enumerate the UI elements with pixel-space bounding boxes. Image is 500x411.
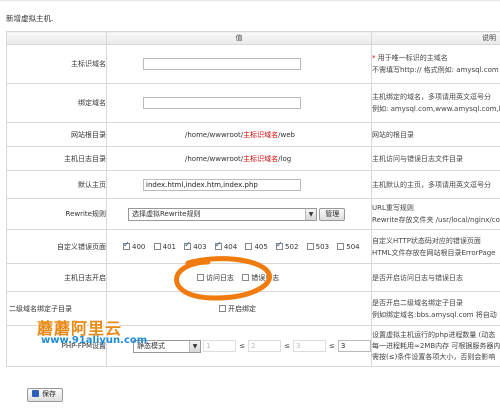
watermark-url: www.91aliyun.com (41, 335, 148, 346)
annotation-circle (174, 256, 272, 301)
save-button-label: 保存 (42, 391, 56, 398)
save-button[interactable]: 保存 (27, 388, 63, 402)
save-icon (32, 390, 39, 397)
